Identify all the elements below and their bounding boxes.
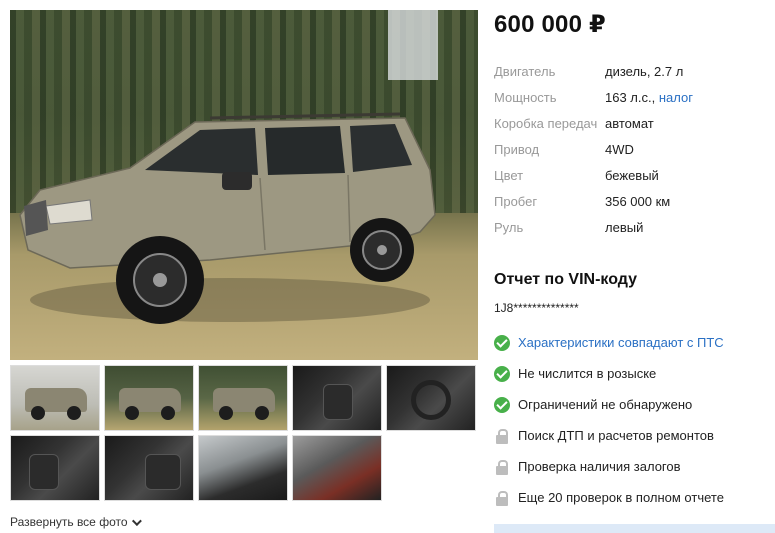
spec-value: бежевый [605, 168, 659, 183]
vin-check-item[interactable]: Характеристики совпадают с ПТС [494, 327, 775, 358]
expand-photos-label: Развернуть все фото [10, 515, 128, 529]
spec-label: Коробка передач [494, 116, 598, 131]
lock-icon [494, 490, 510, 506]
spec-label: Цвет [494, 168, 524, 183]
thumbnail-9[interactable] [292, 435, 382, 501]
thumbnail-4[interactable] [292, 365, 382, 431]
check-circle-icon [494, 365, 510, 382]
spec-value: 4WD [605, 142, 634, 157]
thumbnail-5[interactable] [386, 365, 476, 431]
vin-check-list: Характеристики совпадают с ПТС Не числит… [494, 327, 775, 513]
spec-value: автомат [605, 116, 654, 131]
thumbnail-6[interactable] [10, 435, 100, 501]
spec-row-color: Цвет бежевый [494, 163, 775, 189]
photo-gallery: Развернуть все фото [8, 10, 478, 531]
vin-check-item: Проверка наличия залогов [494, 451, 775, 482]
thumbnail-1[interactable] [8, 363, 102, 433]
thumbnail-7[interactable] [104, 435, 194, 501]
spec-label: Руль [494, 220, 524, 235]
spec-row-steering: Руль левый [494, 215, 775, 241]
price: 600 000 ₽ [494, 11, 606, 38]
vin-check-text: Поиск ДТП и расчетов ремонтов [518, 428, 714, 443]
thumbnail-strip [8, 363, 478, 501]
expand-photos-link[interactable]: Развернуть все фото [10, 515, 142, 529]
spec-row-drive: Привод 4WD [494, 137, 775, 163]
vin-check-text: Не числится в розыске [518, 366, 657, 381]
vin-check-item: Ограничений не обнаружено [494, 389, 775, 420]
vin-report-title: Отчет по VIN-коду [494, 271, 638, 288]
vin-check-text: Проверка наличия залогов [518, 459, 681, 474]
vin-code: 1J8************** [494, 301, 579, 315]
spec-value: левый [605, 220, 644, 235]
check-circle-icon [494, 396, 510, 413]
vin-check-text: Ограничений не обнаружено [518, 397, 693, 412]
vin-check-text[interactable]: Характеристики совпадают с ПТС [518, 335, 724, 350]
vin-check-item: Поиск ДТП и расчетов ремонтов [494, 420, 775, 451]
thumbnail-3[interactable] [198, 365, 288, 431]
spec-row-mileage: Пробег 356 000 км [494, 189, 775, 215]
spec-value: 163 л.с., налог [605, 85, 693, 111]
lock-icon [494, 428, 510, 444]
thumbnail-8[interactable] [198, 435, 288, 501]
spec-row-power: Мощность 163 л.с., налог [494, 85, 775, 111]
spec-row-transmission: Коробка передач автомат [494, 111, 775, 137]
vin-check-item: Еще 20 проверок в полном отчете [494, 482, 775, 513]
lock-icon [494, 459, 510, 475]
power-value: 163 л.с., [605, 90, 656, 105]
spec-row-engine: Двигатель дизель, 2.7 л [494, 59, 775, 85]
chevron-down-icon [131, 515, 142, 526]
spec-value: 356 000 км [605, 194, 671, 209]
spec-label: Пробег [494, 194, 538, 209]
check-circle-icon [494, 334, 510, 351]
full-report-button[interactable] [494, 524, 775, 533]
thumbnail-2[interactable] [104, 365, 194, 431]
car-illustration [19, 112, 436, 324]
spec-value: дизель, 2.7 л [605, 64, 684, 79]
spec-label: Двигатель [494, 64, 556, 79]
spec-list: Двигатель дизель, 2.7 л Мощность 163 л.с… [494, 59, 775, 241]
vin-check-text: Еще 20 проверок в полном отчете [518, 490, 724, 505]
spec-label: Привод [494, 142, 540, 157]
vin-check-item: Не числится в розыске [494, 358, 775, 389]
spec-label: Мощность [494, 90, 557, 105]
main-photo[interactable] [10, 10, 478, 360]
listing-panel: 600 000 ₽ Двигатель дизель, 2.7 л Мощнос… [494, 10, 775, 513]
tax-link[interactable]: налог [659, 90, 693, 105]
